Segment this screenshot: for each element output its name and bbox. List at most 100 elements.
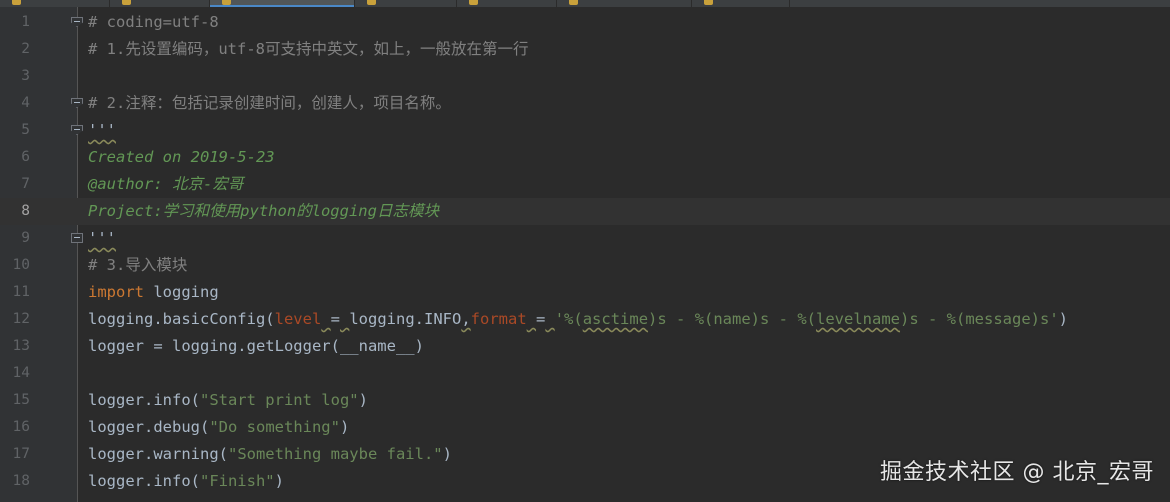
code-line[interactable]: 4 # 2.注释：包括记录创建时间，创建人，项目名称。 xyxy=(0,90,1170,117)
code-line[interactable]: 14 xyxy=(0,360,1170,387)
code-text: Created on 2019-5-23 xyxy=(88,144,275,171)
code-text: # 1.先设置编码，utf-8可支持中英文，如上，一般放在第一行 xyxy=(88,36,529,63)
code-token: ''' xyxy=(88,121,116,139)
code-line[interactable]: 6 Created on 2019-5-23 xyxy=(0,144,1170,171)
code-token: Created on 2019-5-23 xyxy=(88,148,275,166)
code-line[interactable]: 3 xyxy=(0,63,1170,90)
code-token: "Start print log" xyxy=(199,391,359,409)
fold-collapse-icon[interactable] xyxy=(71,125,83,135)
code-token: levelname xyxy=(816,310,901,328)
code-text: @author: 北京-宏哥 xyxy=(88,171,243,198)
code-token: ) xyxy=(358,391,368,409)
watermark: 掘金技术社区 @ 北京_宏哥 xyxy=(880,460,1154,485)
line-number: 16 xyxy=(12,419,30,435)
code-token: logger.info( xyxy=(88,391,200,409)
code-token: # 1.先设置编码，utf-8可支持中英文，如上，一般放在第一行 xyxy=(88,40,529,58)
code-text: logger.info("Finish") xyxy=(88,468,284,495)
line-number: 10 xyxy=(12,257,30,273)
line-number: 12 xyxy=(12,311,30,327)
code-text: # 2.注释：包括记录创建时间，创建人，项目名称。 xyxy=(88,90,451,117)
line-number: 7 xyxy=(21,176,30,192)
code-token: logger.warning( xyxy=(88,445,228,463)
code-token: Project:学习和使用python的logging日志模块 xyxy=(88,202,439,220)
code-line[interactable]: 7 @author: 北京-宏哥 xyxy=(0,171,1170,198)
code-text: logger.debug("Do something") xyxy=(88,414,349,441)
line-number: 6 xyxy=(21,149,30,165)
code-token: ) xyxy=(442,445,452,463)
code-token: # 3.导入模块 xyxy=(88,256,188,274)
code-line[interactable]: 5 ''' xyxy=(0,117,1170,144)
fold-end-icon[interactable] xyxy=(71,233,83,243)
code-text: logger.info("Start print log") xyxy=(88,387,368,414)
editor-tab[interactable] xyxy=(457,0,557,7)
line-number: 15 xyxy=(12,392,30,408)
line-number: 5 xyxy=(21,122,30,138)
line-number: 4 xyxy=(21,95,30,111)
code-token: , xyxy=(461,310,471,328)
line-number: 13 xyxy=(12,338,30,354)
code-token: @author: 北京-宏哥 xyxy=(88,175,244,193)
editor-tab[interactable] xyxy=(355,0,457,7)
code-token: logger = logging.getLogger(__name__) xyxy=(88,337,424,355)
code-text: logger = logging.getLogger(__name__) xyxy=(88,333,424,360)
code-token: ) xyxy=(339,418,350,436)
editor-tab[interactable] xyxy=(692,0,790,7)
code-token: = xyxy=(330,310,340,328)
code-token: ''' xyxy=(88,229,116,247)
python-file-icon xyxy=(367,0,376,5)
code-token: import xyxy=(88,283,144,301)
code-token: = xyxy=(536,310,546,328)
code-line[interactable]: 8 Project:学习和使用python的logging日志模块 xyxy=(0,198,1170,225)
fold-collapse-icon[interactable] xyxy=(71,98,83,108)
line-number: 2 xyxy=(21,41,30,57)
python-file-icon xyxy=(704,0,713,5)
minus-icon xyxy=(74,102,80,103)
line-number: 17 xyxy=(12,446,30,462)
editor-tab[interactable] xyxy=(110,0,210,7)
code-editor[interactable]: 1 # coding=utf-8 2 # 1.先设置编码，utf-8可支持中英文，如上… xyxy=(0,7,1170,502)
code-text: # 3.导入模块 xyxy=(88,252,187,279)
code-text: logging.basicConfig(level = logging.INFO… xyxy=(88,306,1068,333)
code-token: logger.debug( xyxy=(88,418,210,436)
code-text: ''' xyxy=(88,225,116,252)
fold-collapse-icon[interactable] xyxy=(71,17,83,27)
code-token: "Finish" xyxy=(199,472,275,490)
code-text: # coding=utf-8 xyxy=(88,9,219,36)
code-text: ''' xyxy=(88,117,116,144)
code-token: "Do something" xyxy=(209,418,340,436)
line-number: 14 xyxy=(12,365,30,381)
code-line[interactable]: 10 # 3.导入模块 xyxy=(0,252,1170,279)
python-file-icon xyxy=(569,0,578,5)
line-number: 8 xyxy=(21,203,30,219)
python-file-icon xyxy=(122,0,131,5)
editor-tab-active[interactable] xyxy=(210,0,355,7)
code-token: "Something maybe fail." xyxy=(227,445,443,463)
code-line[interactable]: 16 logger.debug("Do something") xyxy=(0,414,1170,441)
python-file-icon xyxy=(12,0,21,5)
code-token: # 2.注释：包括记录创建时间，创建人，项目名称。 xyxy=(88,94,451,112)
line-number: 18 xyxy=(12,473,30,489)
code-token: level xyxy=(274,310,322,328)
code-token: )s - %(message)s' xyxy=(900,310,1059,328)
line-number: 3 xyxy=(21,68,30,84)
code-line[interactable]: 15 logger.info("Start print log") xyxy=(0,387,1170,414)
code-line[interactable]: 12 logging.basicConfig(level = logging.IN… xyxy=(0,306,1170,333)
code-token: ) xyxy=(274,472,284,490)
minus-icon xyxy=(74,237,80,238)
code-line[interactable]: 2 # 1.先设置编码，utf-8可支持中英文，如上，一般放在第一行 xyxy=(0,36,1170,63)
code-line[interactable]: 11 import logging xyxy=(0,279,1170,306)
editor-tab[interactable] xyxy=(557,0,692,7)
code-token: logger.info( xyxy=(88,472,200,490)
line-number: 1 xyxy=(21,14,30,30)
code-token: '%( xyxy=(554,310,583,328)
code-line[interactable]: 13 logger = logging.getLogger(__name__) xyxy=(0,333,1170,360)
code-line[interactable]: 1 # coding=utf-8 xyxy=(0,9,1170,36)
code-line[interactable]: 9 ''' xyxy=(0,225,1170,252)
code-text: logger.warning("Something maybe fail.") xyxy=(88,441,452,468)
code-token: # coding=utf-8 xyxy=(88,13,219,31)
editor-tab[interactable] xyxy=(0,0,110,7)
